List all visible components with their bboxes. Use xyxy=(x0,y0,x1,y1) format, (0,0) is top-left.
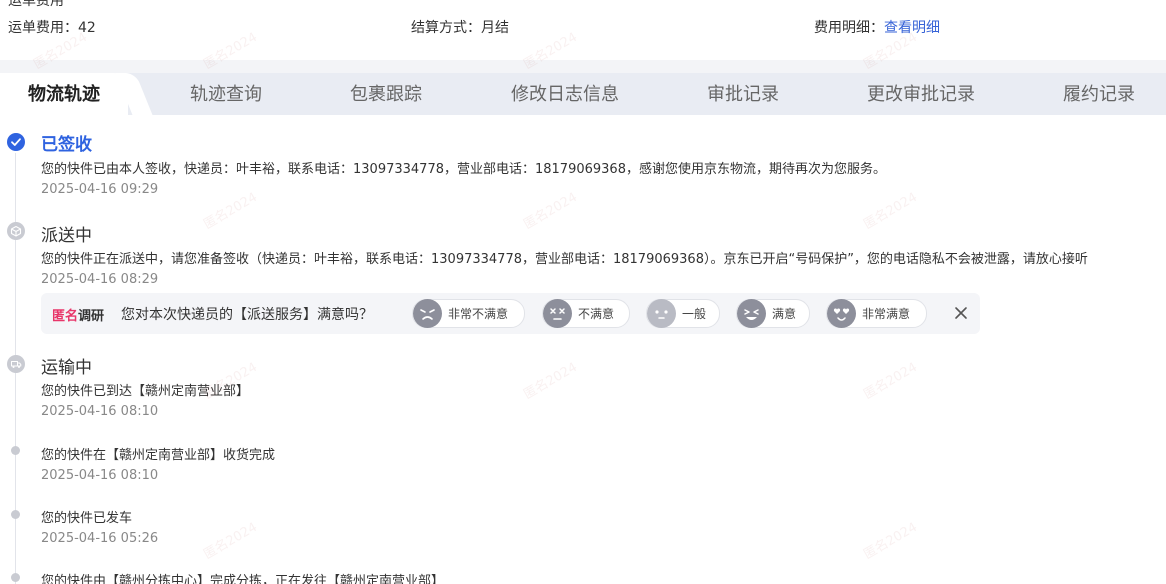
package-icon xyxy=(7,222,25,240)
timeline-desc: 您的快件已由本人签收，快递员：叶丰裕，联系电话：13097334778，营业部电… xyxy=(41,162,886,177)
timeline-dot xyxy=(11,510,20,519)
status-signed: 已签收 xyxy=(41,135,92,155)
settlement-label: 结算方式： xyxy=(411,20,481,36)
timeline-desc: 您的快件由【赣州分拣中心】完成分拣，正在发往【赣州定南营业部】 xyxy=(41,574,445,584)
rating-label: 非常满意 xyxy=(862,307,911,321)
waybill-fee-label: 运单费用： xyxy=(8,20,78,36)
tab-change-approval-record[interactable]: 更改审批记录 xyxy=(867,73,975,115)
settlement-value: 月结 xyxy=(481,20,509,36)
heart-eyes-face-icon xyxy=(827,299,856,328)
tab-track-query[interactable]: 轨迹查询 xyxy=(190,73,262,115)
section-divider xyxy=(0,60,1166,73)
angry-face-icon xyxy=(413,299,442,328)
waybill-detail-page: 运单费用 运单费用：42 结算方式：月结 费用明细：查看明细 物流轨迹 轨迹查询… xyxy=(0,0,1166,584)
timeline-desc: 您的快件在【赣州定南营业部】收货完成 xyxy=(41,448,276,463)
logistics-timeline: 已签收 您的快件已由本人签收，快递员：叶丰裕，联系电话：13097334778，… xyxy=(0,115,1166,584)
timeline-time: 2025-04-16 08:10 xyxy=(41,468,159,483)
satisfaction-survey: 匿名调研 您对本次快递员的【派送服务】满意吗？ 非常不满意 不满意 一般 满意 … xyxy=(41,293,980,334)
tab-fulfillment-record[interactable]: 履约记录 xyxy=(1063,73,1135,115)
neutral-face-icon xyxy=(647,299,676,328)
fee-detail: 费用明细：查看明细 xyxy=(814,17,940,37)
rating-satisfied[interactable]: 满意 xyxy=(736,299,810,328)
timeline-time: 2025-04-16 08:10 xyxy=(41,404,159,419)
close-icon[interactable] xyxy=(952,304,970,322)
tab-logistics-track[interactable]: 物流轨迹 xyxy=(0,73,128,115)
timeline-time: 2025-04-16 08:29 xyxy=(41,272,159,287)
truck-icon xyxy=(7,355,25,373)
rating-neutral[interactable]: 一般 xyxy=(646,299,720,328)
rating-label: 非常不满意 xyxy=(448,307,509,321)
survey-question: 您对本次快递员的【派送服务】满意吗？ xyxy=(121,307,373,323)
laughing-face-icon xyxy=(737,299,766,328)
dizzy-face-icon xyxy=(543,299,572,328)
cut-off-label: 运单费用 xyxy=(8,0,64,9)
settlement-method: 结算方式：月结 xyxy=(411,17,509,37)
waybill-fee: 运单费用：42 xyxy=(8,17,96,37)
timeline-dot xyxy=(11,446,20,455)
timeline-desc: 您的快件正在派送中，请您准备签收（快递员：叶丰裕，联系电话：1309733477… xyxy=(41,252,1088,267)
rating-label: 一般 xyxy=(682,307,707,321)
timeline-desc: 您的快件已发车 xyxy=(41,511,133,526)
rating-label: 不满意 xyxy=(578,307,615,321)
waybill-fee-value: 42 xyxy=(78,20,96,36)
status-in-transit: 运输中 xyxy=(41,358,92,378)
timeline-time: 2025-04-16 09:29 xyxy=(41,182,159,197)
status-delivering: 派送中 xyxy=(41,226,92,246)
view-detail-link[interactable]: 查看明细 xyxy=(884,20,940,36)
tab-modify-log[interactable]: 修改日志信息 xyxy=(511,73,619,115)
timeline-desc: 您的快件已到达【赣州定南营业部】 xyxy=(41,384,250,399)
rating-unsatisfied[interactable]: 不满意 xyxy=(542,299,630,328)
fee-detail-label: 费用明细： xyxy=(814,20,884,36)
timeline-time: 2025-04-16 05:26 xyxy=(41,531,159,546)
rating-label: 满意 xyxy=(772,307,797,321)
rating-very-satisfied[interactable]: 非常满意 xyxy=(826,299,927,328)
tab-approval-record[interactable]: 审批记录 xyxy=(707,73,779,115)
rating-very-unsatisfied[interactable]: 非常不满意 xyxy=(412,299,525,328)
timeline-dot xyxy=(11,573,20,582)
check-icon xyxy=(7,133,25,151)
tab-bar: 物流轨迹 轨迹查询 包裹跟踪 修改日志信息 审批记录 更改审批记录 履约记录 xyxy=(0,73,1166,115)
survey-brand-logo: 匿名调研 xyxy=(52,309,105,324)
tab-package-tracking[interactable]: 包裹跟踪 xyxy=(350,73,422,115)
fee-info-row: 运单费用：42 结算方式：月结 费用明细：查看明细 xyxy=(0,17,1166,37)
